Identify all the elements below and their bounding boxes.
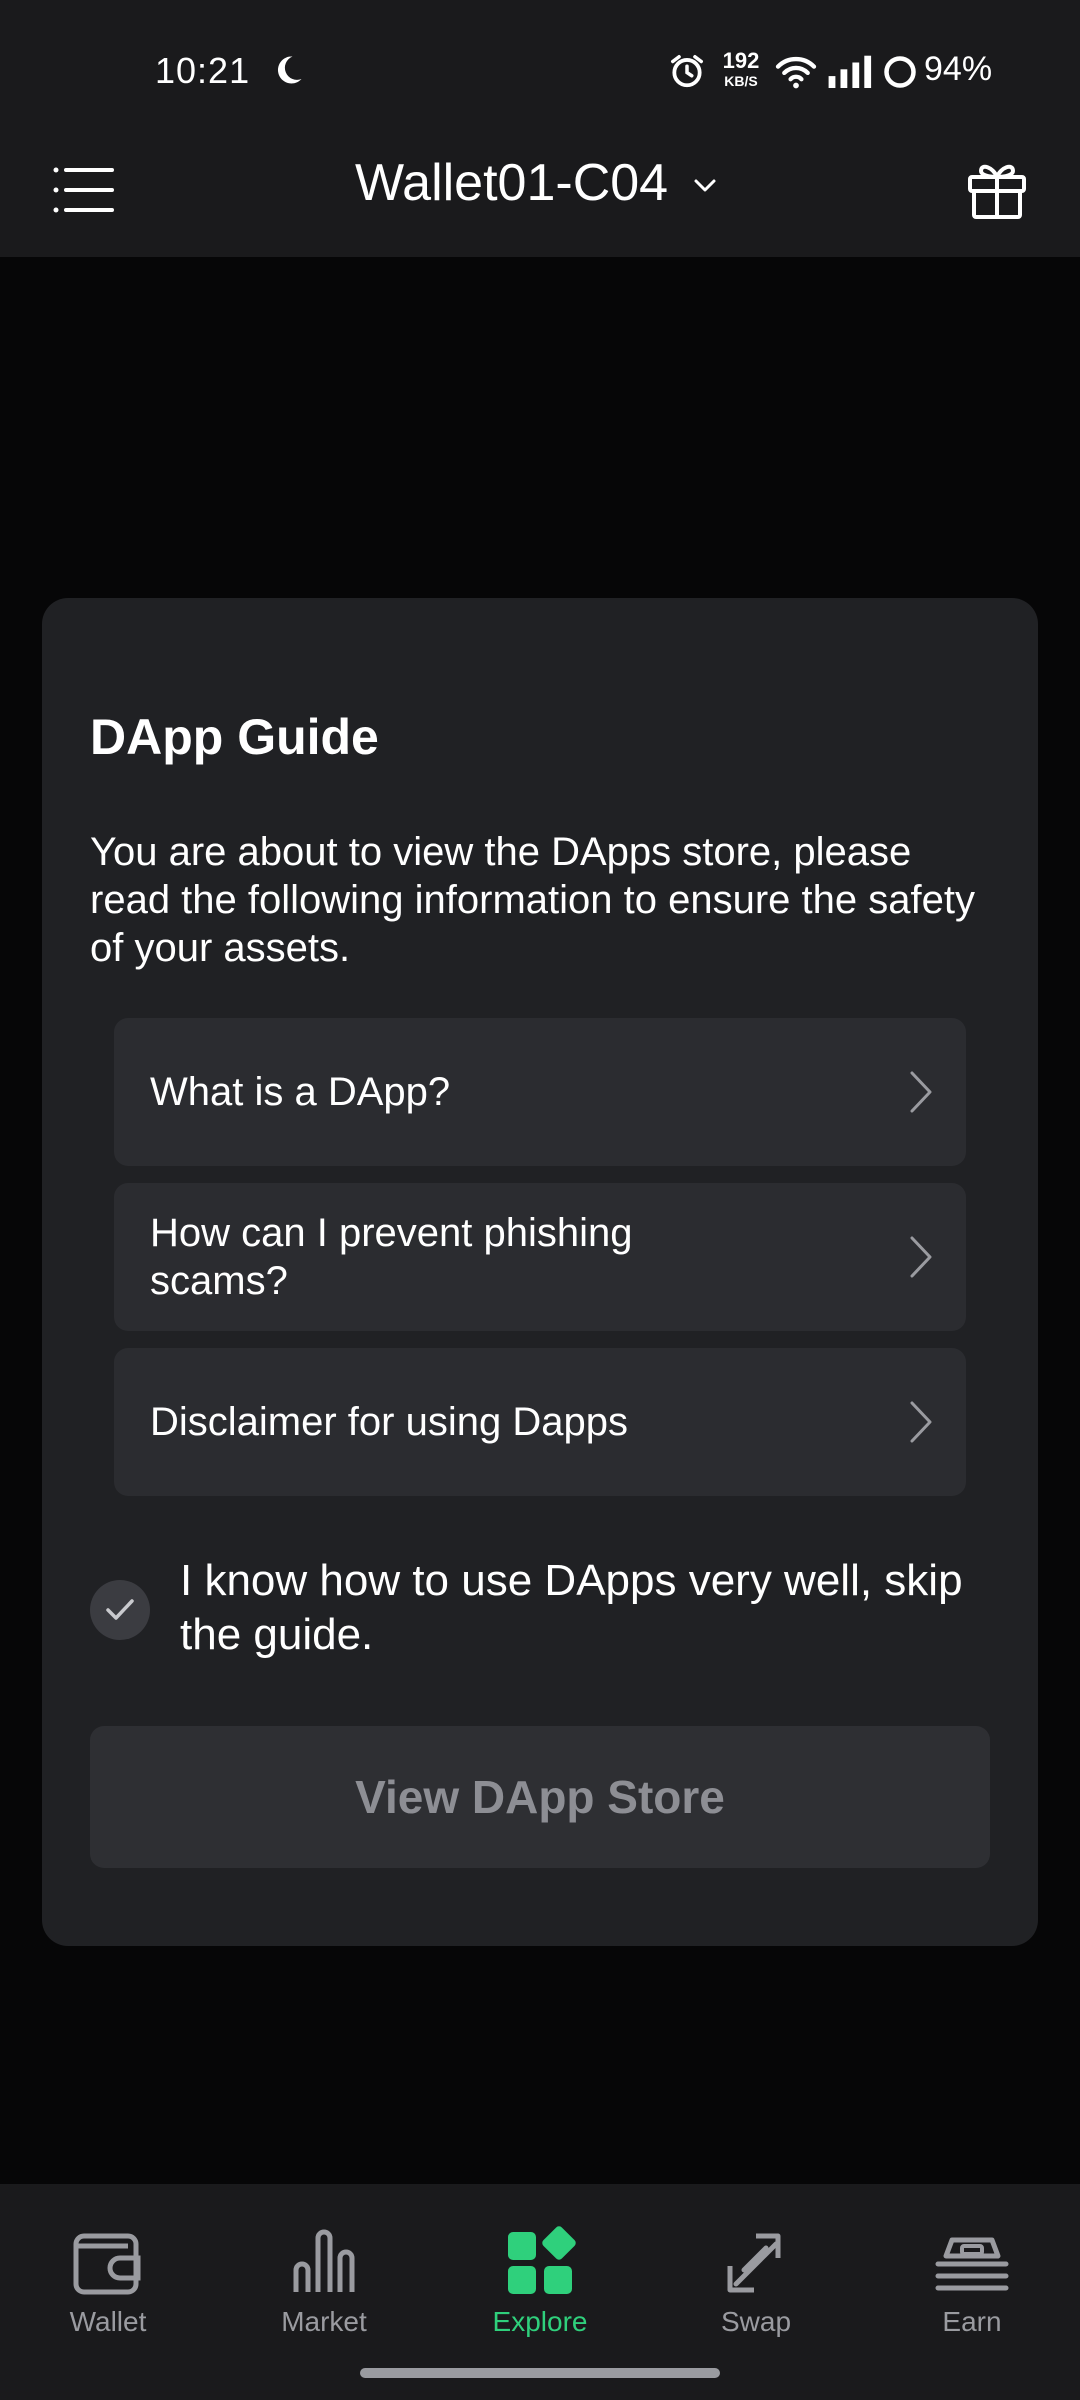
tab-market[interactable]: Market: [234, 2224, 414, 2354]
alarm-icon: [671, 55, 703, 88]
tab-label: Swap: [720, 2306, 792, 2337]
tab-explore[interactable]: Explore: [450, 2224, 630, 2354]
tab-swap[interactable]: Swap: [666, 2224, 846, 2354]
guide-item-phishing[interactable]: How can I prevent phishing scams?: [114, 1183, 966, 1331]
chevron-right-icon: [910, 1236, 932, 1278]
swap-icon: [727, 2233, 781, 2293]
card-title: DApp Guide: [90, 709, 379, 765]
wallet-icon: [73, 2233, 141, 2295]
wifi-icon: [775, 56, 817, 89]
battery-icon: [884, 56, 916, 88]
skip-guide-label[interactable]: I know how to use DApps very well, skip …: [180, 1554, 1000, 1662]
menu-icon[interactable]: [50, 155, 120, 225]
status-time: 10:21: [155, 50, 251, 91]
tab-earn[interactable]: Earn: [882, 2224, 1062, 2354]
status-bar: 10:21 192 KB/S 94%: [0, 0, 1080, 145]
network-speed: 192 KB/S: [716, 48, 766, 89]
guide-item-label: What is a DApp?: [150, 1070, 451, 1114]
tab-label: Market: [281, 2306, 367, 2337]
explore-icon: [508, 2226, 576, 2294]
tab-label: Earn: [942, 2306, 1002, 2337]
check-icon: [106, 1599, 134, 1620]
moon-icon: [277, 56, 302, 84]
earn-icon: [935, 2237, 1009, 2291]
tab-label: Explore: [492, 2306, 588, 2337]
tab-label: Wallet: [69, 2306, 147, 2337]
dapp-guide-card: DApp Guide You are about to view the DAp…: [42, 598, 1038, 1946]
signal-icon: [828, 55, 872, 88]
network-speed-value: 192: [722, 48, 760, 73]
market-icon: [293, 2229, 355, 2292]
chevron-down-icon[interactable]: [690, 170, 720, 200]
view-dapp-store-button[interactable]: View DApp Store: [90, 1726, 990, 1868]
guide-item-label: Disclaimer for using Dapps: [150, 1400, 628, 1444]
app-header: Wallet01-C04: [0, 145, 1080, 257]
chevron-right-icon: [910, 1071, 932, 1113]
chevron-right-icon: [910, 1401, 932, 1443]
battery-percent: 94%: [924, 50, 993, 88]
skip-guide-checkbox[interactable]: [90, 1580, 150, 1640]
wallet-selector[interactable]: Wallet01-C04: [355, 153, 668, 213]
tab-wallet[interactable]: Wallet: [18, 2224, 198, 2354]
guide-item-disclaimer[interactable]: Disclaimer for using Dapps: [114, 1348, 966, 1496]
home-indicator[interactable]: [360, 2368, 720, 2378]
guide-item-label: How can I prevent phishing scams?: [150, 1211, 633, 1303]
card-description: You are about to view the DApps store, p…: [90, 830, 975, 970]
network-speed-unit: KB/S: [724, 73, 758, 89]
guide-item-what-is-dapp[interactable]: What is a DApp?: [114, 1018, 966, 1166]
gift-icon[interactable]: [962, 153, 1032, 223]
